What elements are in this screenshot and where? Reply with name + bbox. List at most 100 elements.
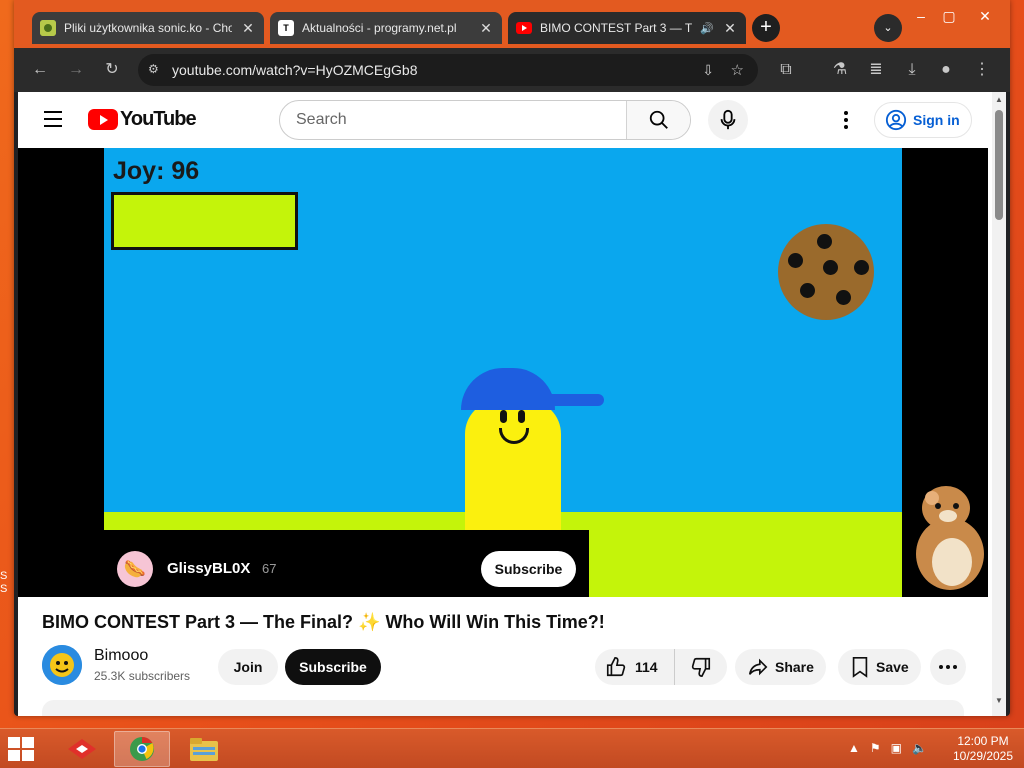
search-button[interactable] — [626, 101, 690, 139]
video-player[interactable]: Joy: 96 🌭 GlissyBL0X 67 Subscribe — [18, 148, 988, 597]
install-app-icon[interactable]: ⇩ — [702, 62, 714, 79]
youtube-logo-text: YouTube — [120, 108, 197, 130]
close-tab-icon[interactable]: ✕ — [722, 20, 738, 37]
chomikuj-favicon-icon — [40, 20, 56, 36]
overlay-subscribe-button[interactable]: Subscribe — [481, 551, 576, 587]
taskbar-explorer[interactable] — [176, 731, 232, 767]
like-button[interactable]: 114 — [595, 649, 675, 685]
settings-menu-icon[interactable] — [836, 108, 856, 132]
like-dislike-group: 114 — [595, 649, 727, 685]
downloads-icon[interactable]: ⤓ — [902, 60, 922, 80]
back-icon[interactable]: ← — [30, 60, 50, 80]
browser-window: Pliki użytkownika sonic.ko - Cho ✕ T Akt… — [14, 0, 1010, 716]
dislike-button[interactable] — [675, 649, 727, 685]
tab-title: Aktualności - programy.net.pl — [302, 21, 457, 35]
channel-subscribers: 25.3K subscribers — [94, 669, 191, 683]
close-tab-icon[interactable]: ✕ — [240, 20, 256, 37]
share-label: Share — [775, 659, 814, 675]
network-icon[interactable]: ▣ — [891, 741, 902, 755]
clock-time: 12:00 PM — [957, 734, 1009, 748]
overlay-channel-name[interactable]: GlissyBL0X — [167, 560, 250, 577]
page-scrollbar[interactable]: ▲ ▼ — [992, 92, 1006, 716]
account-icon — [885, 109, 907, 131]
character-cap — [461, 368, 555, 410]
hamster-sticker-icon — [916, 486, 984, 590]
media-controls-icon[interactable]: ≣ — [866, 60, 886, 80]
character-cap-brim — [544, 394, 604, 406]
tab-strip: Pliki użytkownika sonic.ko - Cho ✕ T Akt… — [14, 0, 1010, 48]
character-eye — [518, 410, 525, 423]
tab-chomikuj[interactable]: Pliki użytkownika sonic.ko - Cho ✕ — [32, 12, 264, 44]
youtube-favicon-icon — [516, 20, 532, 36]
folder-icon — [190, 738, 218, 761]
bookmark-icon — [852, 657, 868, 678]
description-box[interactable] — [42, 700, 964, 716]
search-input[interactable] — [280, 101, 626, 139]
character-eye — [500, 410, 507, 423]
tab-programy[interactable]: T Aktualności - programy.net.pl ✕ — [270, 12, 502, 44]
menu-icon[interactable] — [44, 111, 62, 132]
overlay-count: 67 — [262, 561, 277, 576]
chrome-icon — [130, 737, 154, 761]
like-count: 114 — [635, 659, 658, 675]
scroll-down-icon[interactable]: ▼ — [995, 697, 1003, 705]
scroll-up-icon[interactable]: ▲ — [995, 96, 1003, 104]
youtube-logo[interactable]: YouTube — [88, 108, 197, 131]
speaker-icon[interactable]: 🔊 — [700, 22, 714, 35]
hotdog-avatar-icon[interactable]: 🌭 — [117, 551, 153, 587]
desktop-edge-text: SS — [0, 570, 8, 595]
taskbar: ▲ ⚑ ▣ 🔈 12:00 PM 10/29/2025 — [0, 728, 1024, 768]
new-tab-button[interactable]: + — [752, 14, 780, 42]
game-joy-score: Joy: 96 — [113, 157, 200, 185]
video-frame[interactable]: Joy: 96 🌭 GlissyBL0X 67 Subscribe — [104, 148, 902, 597]
system-tray: ▲ ⚑ ▣ 🔈 — [848, 741, 927, 755]
close-tab-icon[interactable]: ✕ — [478, 20, 494, 37]
join-button[interactable]: Join — [218, 649, 278, 685]
address-bar[interactable]: ⚙ youtube.com/watch?v=HyOZMCEgGb8 ⇩ ☆ — [138, 54, 758, 86]
thumbs-down-icon — [691, 657, 711, 677]
maximize-button[interactable]: ▢ — [930, 8, 968, 25]
channel-avatar[interactable] — [42, 645, 82, 685]
close-window-button[interactable]: ✕ — [966, 8, 1004, 25]
volume-icon[interactable]: 🔈 — [912, 741, 927, 755]
youtube-header: YouTube Sign in — [18, 92, 1006, 148]
red-app-icon — [68, 739, 96, 759]
reload-icon[interactable]: ↻ — [102, 60, 122, 80]
tab-title: Pliki użytkownika sonic.ko - Cho — [64, 21, 232, 35]
more-actions-icon[interactable] — [930, 649, 966, 685]
action-center-flag-icon[interactable]: ⚑ — [870, 741, 881, 755]
bookmark-star-icon[interactable]: ☆ — [731, 61, 744, 79]
extensions-icon[interactable]: ⧉ — [776, 60, 796, 80]
site-info-icon[interactable]: ⚙ — [148, 62, 164, 78]
video-title: BIMO CONTEST Part 3 — The Final? ✨ Who W… — [42, 612, 605, 632]
tech-favicon-icon: T — [278, 20, 294, 36]
tab-youtube[interactable]: BIMO CONTEST Part 3 — Th 🔊 ✕ — [508, 12, 746, 44]
channel-overlay: 🌭 GlissyBL0X 67 Subscribe — [104, 530, 589, 597]
voice-search-button[interactable] — [708, 100, 748, 140]
channel-name[interactable]: Bimooo — [94, 647, 148, 665]
browser-toolbar: ← → ↻ ⚙ youtube.com/watch?v=HyOZMCEgGb8 … — [14, 48, 1010, 92]
share-button[interactable]: Share — [735, 649, 826, 685]
tab-search-button[interactable]: ⌄ — [874, 14, 902, 42]
search-icon — [649, 110, 668, 129]
tab-title: BIMO CONTEST Part 3 — Th — [540, 21, 693, 35]
tray-expand-icon[interactable]: ▲ — [848, 741, 860, 755]
taskbar-app-red[interactable] — [54, 731, 110, 767]
windows-start-icon[interactable] — [8, 737, 34, 761]
youtube-play-icon — [88, 109, 118, 130]
browser-menu-icon[interactable]: ⋮ — [972, 60, 992, 80]
thumbs-up-icon — [606, 657, 626, 677]
sign-in-button[interactable]: Sign in — [874, 102, 972, 138]
taskbar-clock[interactable]: 12:00 PM 10/29/2025 — [948, 734, 1018, 764]
scroll-thumb[interactable] — [995, 110, 1003, 220]
forward-icon[interactable]: → — [66, 60, 86, 80]
youtube-page: YouTube Sign in Joy: 96 — [18, 92, 1006, 716]
subscribe-button[interactable]: Subscribe — [285, 649, 381, 685]
game-joy-bar — [111, 192, 298, 250]
save-button[interactable]: Save — [838, 649, 921, 685]
clock-date: 10/29/2025 — [952, 749, 1014, 763]
labs-flask-icon[interactable]: ⚗ — [830, 60, 850, 80]
character-body — [465, 400, 561, 530]
taskbar-chrome[interactable] — [114, 731, 170, 767]
profile-icon[interactable]: ● — [936, 60, 956, 80]
